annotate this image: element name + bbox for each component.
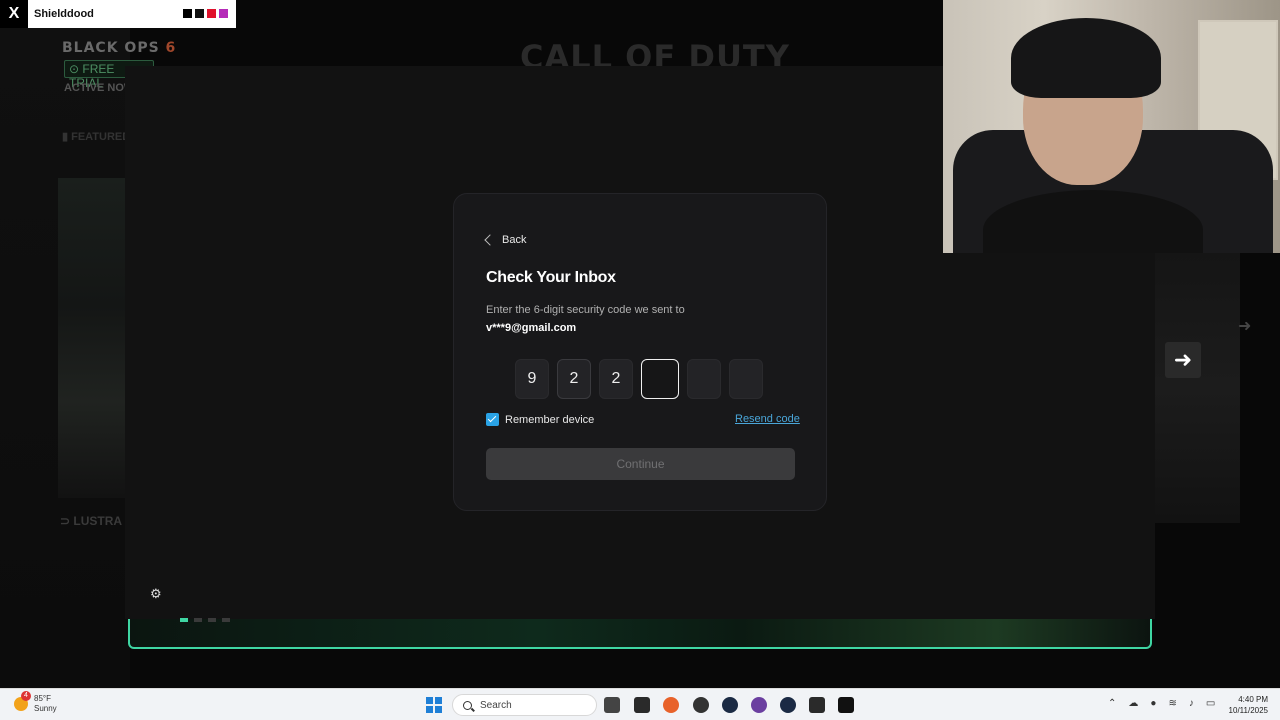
search-icon — [463, 700, 472, 710]
steam-icon[interactable] — [780, 697, 796, 713]
verification-dialog: Back Check Your Inbox Enter the 6-digit … — [453, 193, 827, 511]
chevron-left-icon — [484, 234, 496, 246]
sun-icon: 4 — [14, 691, 31, 711]
call-of-duty-icon[interactable] — [838, 697, 854, 713]
continue-button[interactable]: Continue — [486, 448, 795, 480]
remember-label: Remember device — [505, 413, 595, 426]
color-swatch — [195, 9, 204, 18]
masked-email: v***9@gmail.com — [486, 322, 577, 334]
wifi-icon[interactable]: ≋ — [1168, 698, 1176, 709]
firefox-icon[interactable] — [663, 697, 679, 713]
windows-start-icon[interactable] — [426, 697, 442, 713]
app-icon[interactable] — [751, 697, 767, 713]
back-button[interactable]: Back — [484, 234, 527, 246]
weather-desc: Sunny — [34, 704, 57, 713]
webcam-overlay — [943, 0, 1280, 253]
clock[interactable]: 4:40 PM 10/11/2025 — [1222, 694, 1268, 716]
section-label: ⊃ LUSTRA — [60, 514, 123, 528]
clock-time: 4:40 PM — [1238, 695, 1268, 704]
dialog-title: Check Your Inbox — [486, 269, 616, 286]
chevron-up-icon[interactable]: ⌃ — [1108, 698, 1116, 709]
code-input-group: 9 2 2 — [515, 359, 763, 399]
color-swatch — [207, 9, 216, 18]
game-title: BLACK OPS 6 — [62, 40, 177, 56]
checkbox-checked-icon[interactable] — [486, 413, 499, 426]
color-swatch — [219, 9, 228, 18]
system-tray: ⌃ ☁ ● ≋ ♪ ▭ — [1108, 698, 1215, 709]
remember-device-checkbox[interactable]: Remember device — [486, 413, 594, 426]
active-now-label: ACTIVE NOW — [64, 82, 135, 94]
x-username: Shielddood — [34, 8, 94, 20]
featured-tile[interactable] — [58, 178, 128, 498]
carousel-tile[interactable] — [1155, 253, 1240, 523]
notification-badge: 4 — [21, 691, 31, 701]
steam-icon[interactable] — [722, 697, 738, 713]
code-digit-2[interactable]: 2 — [557, 359, 591, 399]
clock-date: 10/11/2025 — [1228, 706, 1268, 715]
resend-code-link[interactable]: Resend code — [735, 413, 800, 425]
cloud-icon[interactable]: ☁ — [1128, 698, 1138, 709]
featured-label: ▮ FEATURED — [62, 131, 131, 143]
windows-taskbar: 4 85°F Sunny Search ⌃ ☁ ● ≋ ♪ ▭ 4:40 PM 1… — [0, 688, 1280, 720]
arrow-right-icon[interactable]: ➜ — [1165, 342, 1201, 378]
epic-games-icon[interactable] — [634, 697, 650, 713]
search-placeholder: Search — [480, 699, 512, 711]
arrow-right-icon[interactable]: ➜ — [1238, 316, 1251, 336]
task-view-icon[interactable] — [604, 697, 620, 713]
dialog-description: Enter the 6-digit security code we sent … — [486, 304, 685, 316]
carousel-dots[interactable] — [180, 618, 230, 622]
x-post-header: X Shielddood — [0, 0, 236, 28]
code-digit-4[interactable] — [641, 359, 679, 399]
code-digit-5[interactable] — [687, 359, 721, 399]
taskbar-search[interactable]: Search — [452, 694, 597, 716]
back-label: Back — [502, 234, 527, 246]
code-digit-3[interactable]: 2 — [599, 359, 633, 399]
code-digit-1[interactable]: 9 — [515, 359, 549, 399]
color-swatch — [183, 9, 192, 18]
weather-widget[interactable]: 4 85°F Sunny — [14, 691, 57, 714]
battery-icon[interactable]: ▭ — [1206, 698, 1215, 709]
promo-banner[interactable] — [128, 614, 1152, 649]
epic-games-icon[interactable] — [809, 697, 825, 713]
weather-temp: 85°F — [34, 694, 51, 703]
volume-icon[interactable]: ♪ — [1189, 698, 1194, 709]
code-digit-6[interactable] — [729, 359, 763, 399]
app-icon[interactable] — [693, 697, 709, 713]
gear-icon[interactable]: ⚙ — [150, 586, 162, 602]
mic-icon[interactable]: ● — [1150, 698, 1156, 709]
x-logo-icon: X — [0, 0, 28, 28]
